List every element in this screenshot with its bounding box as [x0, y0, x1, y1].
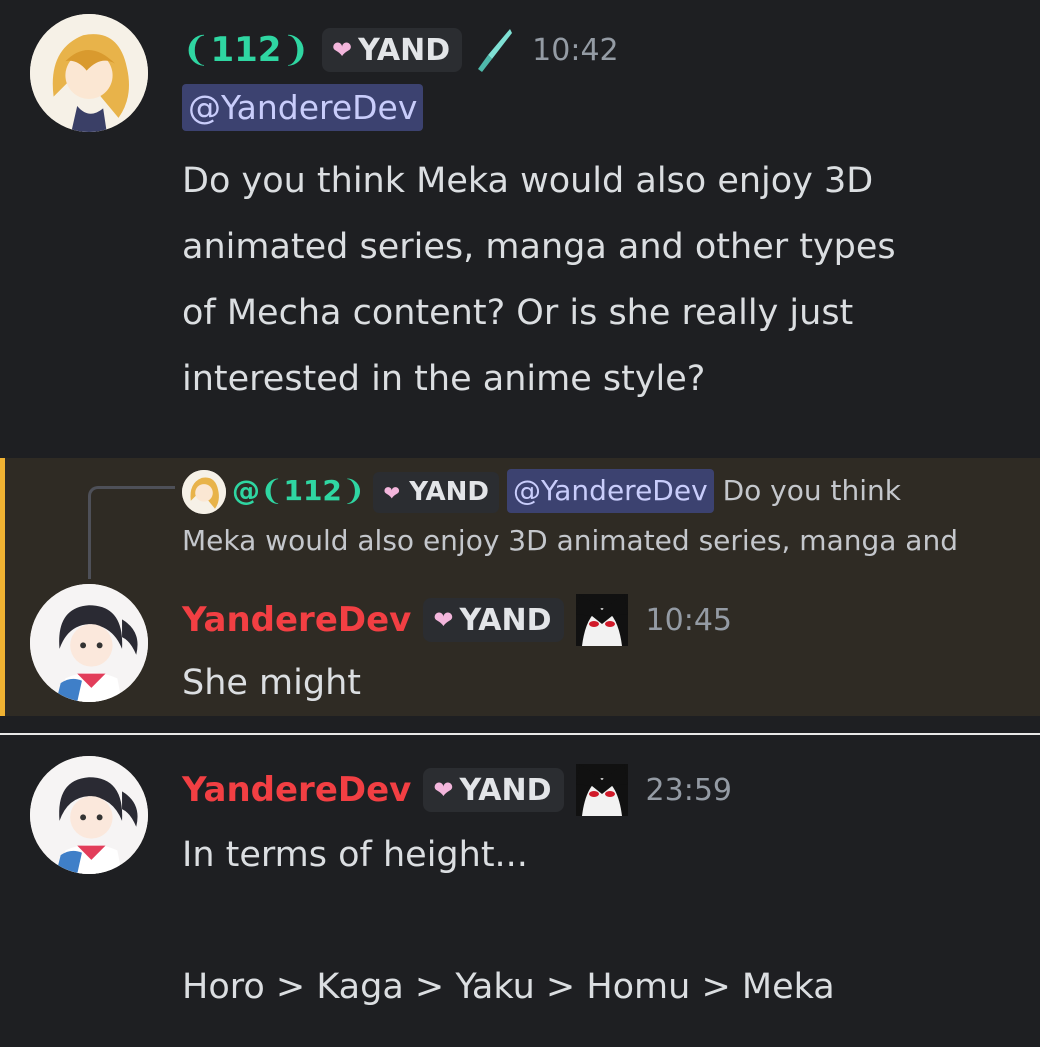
user-avatar-yanderedev[interactable] [30, 584, 148, 702]
message-line: Do you think Meka would also enjoy 3D [182, 161, 874, 201]
message-line: Horo > Kaga > Yaku > Homu > Meka [182, 967, 835, 1007]
heart-icon: ❤ [331, 36, 353, 64]
timestamp: 10:42 [532, 32, 619, 68]
reply-preview[interactable]: @❨112❩ ❤ YAND @YandereDev Do you think Mek… [182, 466, 1002, 566]
reply-role-label: YAND [409, 477, 490, 507]
role-tag[interactable]: ❤ YAND [423, 598, 564, 642]
role-icon [575, 594, 628, 646]
role-tag-label: YAND [459, 602, 552, 638]
reply-username[interactable]: @❨112❩ [232, 474, 365, 507]
message-2: YandereDev ❤ YAND 10:45 She might [0, 580, 1040, 716]
message-line: animated series, manga and other types [182, 227, 896, 267]
heart-icon: ❤ [433, 606, 454, 634]
role-tag-label: YAND [459, 772, 552, 808]
message-content: In terms of height... Horo > Kaga > Yaku… [182, 822, 835, 1020]
avatar-anime-girl-icon [30, 584, 148, 702]
reply-text-rest: Meka would also enjoy 3D animated series… [182, 524, 958, 557]
timestamp: 23:59 [645, 772, 732, 808]
message-3: YandereDev ❤ YAND 23:59 In terms of heig… [0, 740, 1040, 1047]
message-content: Do you think Meka would also enjoy 3D an… [182, 148, 896, 412]
message-line: of Mecha content? Or is she really just [182, 293, 854, 333]
reply-role-tag: ❤ YAND [373, 472, 500, 513]
avatar-blonde-icon [30, 14, 148, 132]
divider [0, 733, 1040, 735]
message-content: She might [182, 663, 361, 703]
reply-avatar [182, 470, 226, 514]
user-avatar-112[interactable] [30, 14, 148, 132]
message-1: ❨112❩ ❤ YAND 10:42 @YandereDev Do you th… [0, 0, 1040, 455]
reply-text-start: Do you think [722, 474, 901, 507]
avatar-anime-girl-icon [30, 756, 148, 874]
message-line: In terms of height... [182, 835, 528, 875]
user-avatar-yanderedev[interactable] [30, 756, 148, 874]
role-tag-label: YAND [358, 32, 451, 68]
mention-link[interactable]: @YandereDev [182, 84, 424, 131]
timestamp: 10:45 [645, 602, 732, 638]
message-line-blank [182, 888, 835, 954]
username[interactable]: YandereDev [182, 770, 411, 810]
role-tag[interactable]: ❤ YAND [423, 768, 564, 812]
reply-mention[interactable]: @YandereDev [507, 469, 714, 513]
role-icon [575, 764, 628, 816]
avatar-blonde-icon [182, 470, 226, 514]
reply-connector [88, 486, 175, 579]
role-tag[interactable]: ❤ YAND [321, 28, 463, 72]
username[interactable]: ❨112❩ [182, 30, 310, 70]
knife-icon [478, 29, 513, 72]
username[interactable]: YandereDev [182, 600, 411, 640]
heart-icon: ❤ [383, 481, 401, 505]
heart-icon: ❤ [433, 776, 454, 804]
message-line: interested in the anime style? [182, 359, 706, 399]
